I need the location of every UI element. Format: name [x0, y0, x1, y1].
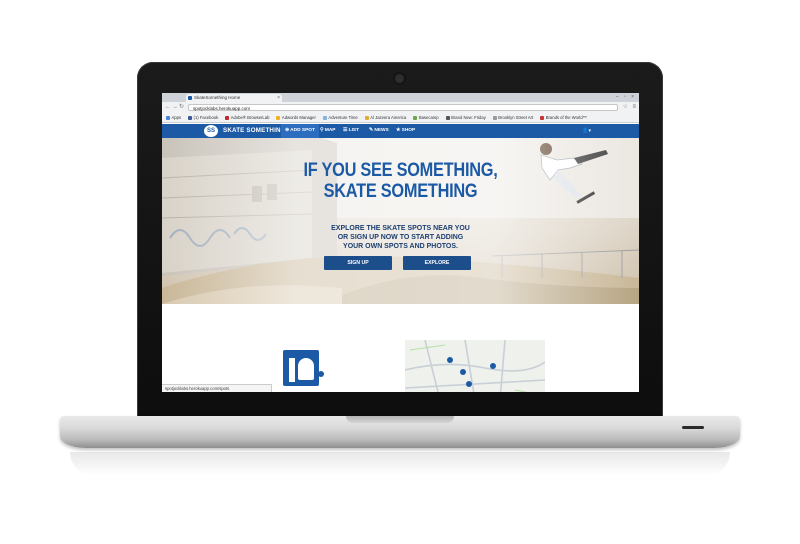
- browser-tab[interactable]: SkateSomething Home ×: [186, 94, 282, 102]
- site-nav: SS SKATE SOMETHING ⊕ ADD SPOT ⚲ MAP ☰ LI…: [162, 124, 639, 138]
- star-icon[interactable]: ☆: [623, 102, 628, 113]
- brand-name[interactable]: SKATE SOMETHING: [223, 124, 286, 138]
- bookmark-item[interactable]: Basecamp: [413, 115, 439, 120]
- bookmarks-bar: Apps (1) Facebook Adobe® BrowserLab Adwo…: [162, 113, 639, 123]
- laptop-reflection: [70, 452, 730, 476]
- user-icon[interactable]: 👤▾: [582, 124, 591, 138]
- adventure-time-icon: [322, 115, 327, 120]
- facebook-icon: [188, 115, 193, 120]
- bookmark-item[interactable]: Adventure Time: [322, 115, 358, 120]
- tab-close-icon[interactable]: ×: [277, 94, 280, 102]
- favicon-icon: [188, 96, 192, 100]
- laptop-base: [60, 416, 740, 448]
- bookmark-item[interactable]: Brands of the World™: [540, 115, 587, 120]
- forward-icon[interactable]: →: [172, 102, 178, 113]
- adwords-icon: [276, 115, 281, 120]
- laptop-screen: SkateSomething Home × – ▫ × ← → ↻ spotjo…: [162, 93, 639, 392]
- nav-add-spot[interactable]: ⊕ ADD SPOT: [281, 124, 319, 138]
- hero-headline: IF YOU SEE SOMETHING, SKATE SOMETHING: [303, 160, 498, 202]
- bookmark-item[interactable]: Adobe® BrowserLab: [225, 115, 269, 120]
- nav-news[interactable]: ✎ NEWS: [369, 124, 389, 138]
- laptop-led: [682, 426, 704, 429]
- browser-tab-bar: SkateSomething Home × – ▫ ×: [162, 93, 639, 102]
- browser-status-bar: spotjocklabs.herokuapp.com/spots: [162, 384, 272, 392]
- content-section: [162, 304, 639, 392]
- bookmark-item[interactable]: Brand New: Friday: [445, 115, 486, 120]
- adobe-icon: [225, 115, 230, 120]
- window-controls[interactable]: – ▫ ×: [616, 93, 636, 102]
- logo-icon[interactable]: SS: [204, 125, 218, 137]
- bookmark-item[interactable]: Brooklyn Street Art: [492, 115, 533, 120]
- bookmark-item[interactable]: Al Jazeera America: [364, 115, 406, 120]
- signup-button[interactable]: SIGN UP: [324, 256, 392, 270]
- bookmark-item[interactable]: (1) Facebook: [188, 115, 218, 120]
- tab-title: SkateSomething Home: [194, 95, 241, 100]
- bsa-icon: [492, 115, 497, 120]
- map-preview[interactable]: [405, 340, 545, 392]
- brands-icon: [540, 115, 545, 120]
- menu-icon[interactable]: ≡: [632, 102, 636, 113]
- aljazeera-icon: [364, 115, 369, 120]
- reload-icon[interactable]: ↻: [179, 102, 184, 113]
- nav-map[interactable]: ⚲ MAP: [320, 124, 336, 138]
- explore-button[interactable]: EXPLORE: [403, 256, 471, 270]
- basecamp-icon: [413, 115, 418, 120]
- camera-icon: [395, 74, 404, 83]
- nav-list[interactable]: ☰ LIST: [343, 124, 359, 138]
- back-icon[interactable]: ←: [165, 102, 171, 113]
- laptop-notch: [346, 416, 454, 423]
- hero-subtext: EXPLORE THE SKATE SPOTS NEAR YOU OR SIGN…: [331, 223, 470, 251]
- address-bar[interactable]: spotjocklabs.herokuapp.com: [188, 104, 618, 111]
- hero-section: IF YOU SEE SOMETHING, SKATE SOMETHING EX…: [162, 138, 639, 304]
- brand-new-icon: [445, 115, 450, 120]
- bookmark-item[interactable]: Adwords Manager: [276, 115, 316, 120]
- nav-shop[interactable]: ★ SHOP: [396, 124, 415, 138]
- spot-icon: [283, 350, 324, 386]
- bookmark-item[interactable]: Apps: [166, 115, 181, 120]
- apps-icon: [166, 115, 170, 120]
